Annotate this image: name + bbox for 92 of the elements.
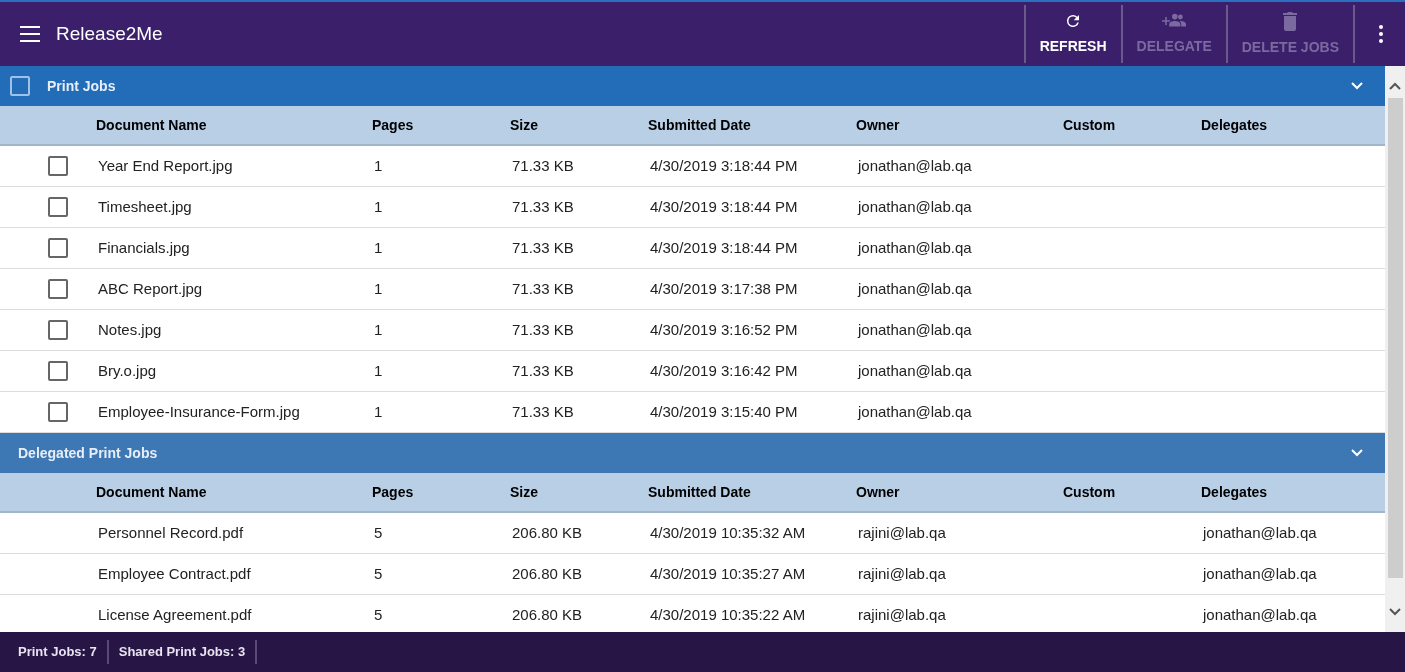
submitted-date-cell: 4/30/2019 3:18:44 PM (650, 239, 798, 256)
owner-cell: jonathan@lab.qa (858, 239, 972, 256)
pages-cell: 1 (374, 362, 383, 379)
size-cell: 71.33 KB (512, 280, 574, 297)
trash-icon (1282, 10, 1299, 31)
chevron-icon[interactable] (1351, 82, 1363, 90)
row-checkbox[interactable] (48, 279, 68, 299)
column-header[interactable]: Owner (856, 117, 900, 133)
submitted-date-cell: 4/30/2019 10:35:22 AM (650, 606, 806, 623)
pages-cell: 1 (374, 321, 383, 338)
column-header[interactable]: Owner (856, 484, 900, 500)
owner-cell: jonathan@lab.qa (858, 403, 972, 420)
column-header[interactable]: Submitted Date (648, 484, 751, 500)
submitted-date-cell: 4/30/2019 3:15:40 PM (650, 403, 798, 420)
document-name-cell: License Agreement.pdf (98, 606, 252, 623)
document-name-cell: Timesheet.jpg (98, 198, 192, 215)
app-title: Release2Me (56, 21, 163, 46)
owner-cell: rajini@lab.qa (858, 565, 946, 582)
section-header[interactable]: Delegated Print Jobs (0, 433, 1385, 473)
size-cell: 71.33 KB (512, 239, 574, 256)
add-people-icon (1162, 11, 1187, 30)
row-checkbox[interactable] (48, 197, 68, 217)
owner-cell: jonathan@lab.qa (858, 280, 972, 297)
row-checkbox[interactable] (48, 320, 68, 340)
row-checkbox[interactable] (48, 402, 68, 422)
section-header[interactable]: Print Jobs (0, 66, 1385, 106)
document-name-cell: Year End Report.jpg (98, 157, 233, 174)
size-cell: 206.80 KB (512, 565, 583, 582)
document-name-cell: Personnel Record.pdf (98, 524, 244, 541)
document-name-cell: Employee-Insurance-Form.jpg (98, 403, 300, 420)
delegates-cell: jonathan@lab.qa (1203, 565, 1317, 582)
document-name-cell: Employee Contract.pdf (98, 565, 251, 582)
pages-cell: 1 (374, 198, 383, 215)
section-title: Print Jobs (47, 76, 116, 96)
column-header[interactable]: Delegates (1201, 484, 1268, 500)
column-header[interactable]: Submitted Date (648, 117, 751, 133)
row-checkbox[interactable] (48, 156, 68, 176)
document-name-cell: ABC Report.jpg (98, 280, 203, 297)
scrollbar[interactable] (1385, 66, 1405, 632)
size-cell: 206.80 KB (512, 524, 583, 541)
refresh-button[interactable]: REFRESH (1023, 5, 1121, 63)
pages-cell: 5 (374, 565, 383, 582)
chevron-icon[interactable] (1351, 449, 1363, 457)
delegates-cell: jonathan@lab.qa (1203, 606, 1317, 623)
size-cell: 71.33 KB (512, 362, 574, 379)
submitted-date-cell: 4/30/2019 10:35:32 AM (650, 524, 806, 541)
submitted-date-cell: 4/30/2019 3:18:44 PM (650, 157, 798, 174)
column-header[interactable]: Size (510, 117, 538, 133)
size-cell: 71.33 KB (512, 157, 574, 174)
pages-cell: 5 (374, 524, 383, 541)
status-count: Print Jobs: 7 (8, 640, 109, 664)
submitted-date-cell: 4/30/2019 3:17:38 PM (650, 280, 798, 297)
document-name-cell: Notes.jpg (98, 321, 162, 338)
scrollbar-thumb[interactable] (1387, 98, 1403, 578)
pages-cell: 5 (374, 606, 383, 623)
submitted-date-cell: 4/30/2019 3:16:52 PM (650, 321, 798, 338)
pages-cell: 1 (374, 403, 383, 420)
column-header[interactable]: Pages (372, 484, 414, 500)
menu-icon[interactable] (20, 26, 40, 42)
document-name-cell: Financials.jpg (98, 239, 190, 256)
column-header[interactable]: Document Name (96, 484, 207, 500)
submitted-date-cell: 4/30/2019 10:35:27 AM (650, 565, 806, 582)
column-header[interactable]: Custom (1063, 117, 1116, 133)
submitted-date-cell: 4/30/2019 3:16:42 PM (650, 362, 798, 379)
column-header[interactable]: Size (510, 484, 538, 500)
pages-cell: 1 (374, 157, 383, 174)
pages-cell: 1 (374, 280, 383, 297)
column-header[interactable]: Custom (1063, 484, 1116, 500)
submitted-date-cell: 4/30/2019 3:18:44 PM (650, 198, 798, 215)
size-cell: 206.80 KB (512, 606, 583, 623)
select-all-checkbox[interactable] (10, 76, 30, 96)
owner-cell: jonathan@lab.qa (858, 362, 972, 379)
column-header[interactable]: Document Name (96, 117, 207, 133)
column-header[interactable]: Delegates (1201, 117, 1268, 133)
size-cell: 71.33 KB (512, 198, 574, 215)
scroll-up-icon[interactable] (1389, 82, 1401, 90)
pages-cell: 1 (374, 239, 383, 256)
row-checkbox[interactable] (48, 361, 68, 381)
delegates-cell: jonathan@lab.qa (1203, 524, 1317, 541)
document-name-cell: Bry.o.jpg (98, 362, 157, 379)
size-cell: 71.33 KB (512, 321, 574, 338)
owner-cell: rajini@lab.qa (858, 524, 946, 541)
row-checkbox[interactable] (48, 238, 68, 258)
size-cell: 71.33 KB (512, 403, 574, 420)
status-count: Shared Print Jobs: 3 (108, 640, 258, 664)
owner-cell: rajini@lab.qa (858, 606, 946, 623)
scroll-down-icon[interactable] (1389, 608, 1401, 616)
column-header[interactable]: Pages (372, 117, 414, 133)
owner-cell: jonathan@lab.qa (858, 321, 972, 338)
section-title: Delegated Print Jobs (18, 443, 158, 463)
owner-cell: jonathan@lab.qa (858, 198, 972, 215)
owner-cell: jonathan@lab.qa (858, 157, 972, 174)
